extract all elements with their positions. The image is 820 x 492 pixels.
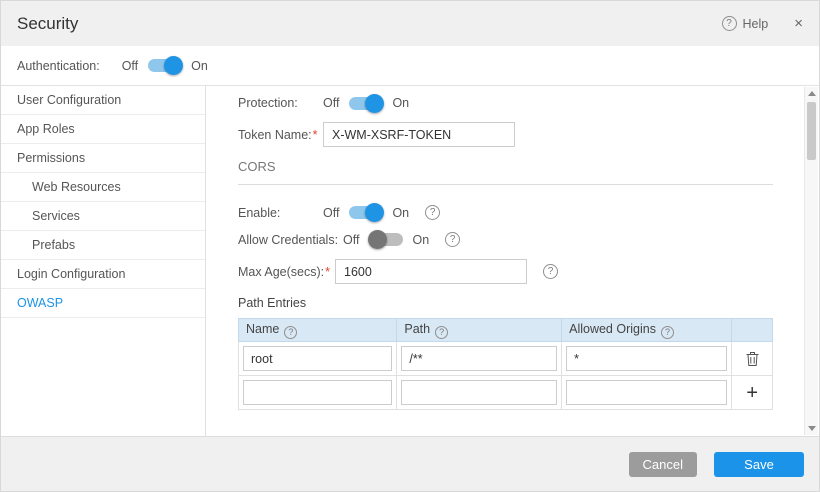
max-age-input[interactable] [335,259,527,284]
column-header-path: Path? [397,319,562,342]
authentication-bar: Authentication: Off On [1,46,819,86]
cors-enable-label: Enable: [238,206,318,220]
sidebar-item-user-configuration[interactable]: User Configuration [1,86,205,115]
help-button[interactable]: ? Help [722,16,769,31]
column-header-name: Name? [239,319,397,342]
allowed-origins-help-icon[interactable]: ? [661,326,674,339]
sidebar-item-web-resources[interactable]: Web Resources [1,173,205,202]
sidebar: User Configuration App Roles Permissions… [1,86,206,436]
cors-enable-row: Enable: Off On ? [238,205,773,220]
add-row-button[interactable]: + [741,382,763,404]
enable-help-icon[interactable]: ? [425,205,440,220]
dialog-footer: Cancel Save [1,436,819,491]
page-title: Security [17,14,78,34]
owasp-panel: Protection: Off On Token Name:* CORS Ena… [206,86,819,436]
path-entries-table: Name? Path? Allowed Origins? [238,318,773,410]
path-entry-name-input[interactable] [243,380,392,405]
scroll-up-icon[interactable] [805,87,818,100]
authentication-toggle[interactable] [148,59,181,72]
cancel-button[interactable]: Cancel [629,452,697,477]
authentication-on-label: On [191,59,208,73]
table-row: + [239,376,773,410]
path-entry-origins-input[interactable] [566,380,727,405]
main-area: User Configuration App Roles Permissions… [1,86,819,436]
authentication-off-label: Off [122,59,138,73]
dialog-header: Security ? Help × [1,1,819,46]
sidebar-item-login-configuration[interactable]: Login Configuration [1,260,205,289]
path-entry-origins-input[interactable] [566,346,727,371]
protection-toggle[interactable] [349,97,382,110]
max-age-label: Max Age(secs):* [238,265,330,279]
toggle-knob [365,203,384,222]
table-header-row: Name? Path? Allowed Origins? [239,319,773,342]
token-name-row: Token Name:* [238,122,773,147]
path-help-icon[interactable]: ? [435,326,448,339]
protection-on-label: On [392,96,409,110]
path-entry-name-input[interactable] [243,346,392,371]
allow-credentials-label: Allow Credentials: [238,233,338,247]
protection-row: Protection: Off On [238,96,773,110]
allow-credentials-help-icon[interactable]: ? [445,232,460,247]
toggle-knob [164,56,183,75]
table-row [239,342,773,376]
max-age-help-icon[interactable]: ? [543,264,558,279]
token-name-input[interactable] [323,122,515,147]
scroll-down-icon[interactable] [805,422,818,435]
save-button[interactable]: Save [714,452,804,477]
protection-label: Protection: [238,96,318,110]
trash-icon [746,351,759,366]
allow-credentials-on-label: On [413,233,430,247]
allow-credentials-off-label: Off [343,233,359,247]
allow-credentials-row: Allow Credentials: Off On ? [238,232,773,247]
sidebar-item-permissions[interactable]: Permissions [1,144,205,173]
help-label: Help [743,17,769,31]
enable-on-label: On [392,206,409,220]
scrollbar-thumb[interactable] [807,102,816,160]
sidebar-item-app-roles[interactable]: App Roles [1,115,205,144]
delete-row-button[interactable] [741,348,763,370]
token-name-label: Token Name:* [238,128,318,142]
protection-off-label: Off [323,96,339,110]
close-icon[interactable]: × [794,15,803,32]
authentication-label: Authentication: [17,59,100,73]
allow-credentials-toggle[interactable] [370,233,403,246]
cors-section-title: CORS [238,159,773,174]
section-divider [238,184,773,185]
path-entries-title: Path Entries [238,296,773,310]
required-asterisk: * [313,128,318,142]
name-help-icon[interactable]: ? [284,326,297,339]
max-age-row: Max Age(secs):* ? [238,259,773,284]
path-entry-path-input[interactable] [401,346,557,371]
toggle-knob [365,94,384,113]
vertical-scrollbar[interactable] [804,87,818,435]
column-header-actions [732,319,773,342]
sidebar-item-owasp[interactable]: OWASP [1,289,205,318]
sidebar-item-prefabs[interactable]: Prefabs [1,231,205,260]
sidebar-item-services[interactable]: Services [1,202,205,231]
column-header-allowed-origins: Allowed Origins? [562,319,732,342]
help-icon: ? [722,16,737,31]
toggle-knob [368,230,387,249]
enable-off-label: Off [323,206,339,220]
cors-enable-toggle[interactable] [349,206,382,219]
security-dialog: Security ? Help × Authentication: Off On… [0,0,820,492]
required-asterisk: * [325,265,330,279]
path-entry-path-input[interactable] [401,380,557,405]
